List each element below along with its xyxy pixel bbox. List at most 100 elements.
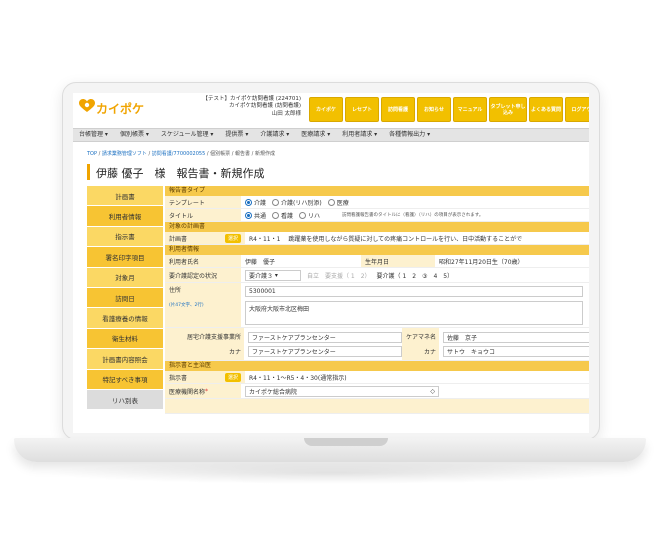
section-user-info: 利用者情報 — [165, 245, 589, 255]
hospital-select[interactable]: カイポケ総合病院 ◇ — [245, 385, 439, 397]
care-level-select[interactable]: 要介護３ ▾ — [245, 269, 301, 281]
care-scale-care: 要介護（ 1 2 ③ 4 5） — [376, 272, 454, 280]
name-value: 伊藤 優子 — [245, 258, 276, 266]
side-item-visit-days[interactable]: 訪問日 — [87, 287, 163, 309]
address-inputs: 5300001 大阪府大阪市北区梅田 — [241, 283, 589, 327]
nav-care-billing[interactable]: 介護請求 ▾ — [254, 129, 295, 141]
breadcrumb-billing[interactable]: 請求業務管理ソフト — [102, 151, 147, 157]
zip-input[interactable]: 5300001 — [245, 285, 583, 297]
main-nav: 台帳管理 ▾ 個別帳票 ▾ スケジュール管理 ▾ 提供票 ▾ 介護請求 ▾ 医療… — [73, 128, 589, 142]
nav-individual-forms[interactable]: 個別帳票 ▾ — [114, 129, 155, 141]
breadcrumb-office[interactable]: 訪問看護/7700002055 — [152, 151, 206, 157]
side-menu: 計画書 利用者情報 指示書 署名印字項目 対象月 訪問日 看護療養の情報 衛生材… — [87, 186, 163, 411]
side-item-instruction[interactable]: 指示書 — [87, 226, 163, 248]
instruction-row: 指示書 選択 R4・11・1〜R5・4・30(通常指示) — [165, 371, 589, 384]
plan-value: R4・11・1 跳躍薬を使用しながら質疑に対しての疼痛コントロールを行い、日中活… — [249, 235, 523, 243]
section-instruction-doctor: 指示書と主治医 — [165, 361, 589, 371]
side-item-signature[interactable]: 署名印字項目 — [87, 247, 163, 268]
side-item-supplies[interactable]: 衛生材料 — [87, 328, 163, 350]
care-manager-label: ケアマネ名 — [405, 334, 436, 341]
radio-nursing[interactable]: 看護 — [272, 211, 293, 220]
care-office-kana-input[interactable]: ファーストケアプランセンター — [248, 345, 402, 357]
notice-button[interactable]: お知らせ — [417, 97, 451, 122]
care-manager-label-cell: ケアマネ名 カナ — [402, 328, 439, 360]
plan-label: 計画書 — [169, 235, 188, 243]
address-row: 住所 (片47文字、2行) 5300001 大阪府大阪市北区梅田 — [165, 283, 589, 328]
radio-care-rehab[interactable]: 介護(リハ別添) — [272, 198, 322, 207]
care-office-input[interactable]: ファーストケアプランセンター — [248, 331, 402, 343]
nav-ledger[interactable]: 台帳管理 ▾ — [73, 129, 114, 141]
heart-logo-icon — [79, 99, 95, 112]
care-manager-input[interactable]: 佐藤 京子 — [443, 331, 589, 343]
template-label: テンプレート — [165, 196, 241, 208]
care-scale-support: 自立 要支援（ 1 2） — [307, 272, 371, 280]
laptop-screen: カイポケ 【テスト】カイポケ訪問看護 (224701) カイポケ訪問看護 (訪問… — [62, 82, 600, 440]
side-item-plan-inquiry[interactable]: 計画書内容照会 — [87, 349, 163, 370]
radio-rehab[interactable]: リハ — [299, 211, 320, 220]
side-item-rehab-table[interactable]: リハ別表 — [87, 389, 163, 411]
care-level-label: 要介護認定の状況 — [165, 268, 241, 282]
laptop-base — [14, 438, 646, 462]
radio-common[interactable]: 共通 — [245, 211, 266, 220]
receipt-button[interactable]: レセプト — [345, 97, 379, 122]
side-item-nursing-info[interactable]: 看護療養の情報 — [87, 308, 163, 329]
instruction-select-button[interactable]: 選択 — [224, 372, 241, 382]
nav-schedule[interactable]: スケジュール管理 ▾ — [155, 129, 220, 141]
nav-info-export[interactable]: 各種情報出力 ▾ — [383, 129, 436, 141]
cutoff-row — [165, 399, 589, 414]
dob-value: 昭和27年11月20日生（70歳） — [439, 258, 524, 266]
logout-button[interactable]: ログアウト — [565, 97, 589, 122]
template-options: 介護 介護(リハ別添) 医療 — [241, 196, 589, 208]
address-input[interactable]: 大阪府大阪市北区梅田 — [245, 300, 583, 325]
logo-text[interactable]: カイポケ — [96, 100, 144, 117]
radio-care[interactable]: 介護 — [245, 198, 266, 207]
care-office-kana-label: カナ — [228, 349, 241, 356]
care-manager-kana-input[interactable]: サトウ キョウコ — [443, 345, 589, 357]
care-manager-kana-label: カナ — [423, 349, 436, 356]
title-label: タイトル — [165, 209, 241, 221]
side-item-plan[interactable]: 計画書 — [87, 186, 163, 207]
instruction-label-cell: 指示書 選択 — [165, 371, 245, 383]
instruction-label: 指示書 — [169, 374, 188, 382]
breadcrumb-top[interactable]: TOP — [87, 151, 97, 157]
instruction-value: R4・11・1〜R5・4・30(通常指示) — [249, 374, 347, 382]
side-item-target-month[interactable]: 対象月 — [87, 267, 163, 288]
care-level-values: 要介護３ ▾ 自立 要支援（ 1 2） 要介護（ 1 2 ③ 4 5） — [241, 268, 589, 282]
care-office-inputs: ファーストケアプランセンター ファーストケアプランセンター — [244, 328, 402, 360]
name-label: 利用者氏名 — [165, 255, 241, 267]
hospital-label: 医療機関名称 — [169, 388, 206, 396]
tablet-apply-button[interactable]: タブレット申し込み — [489, 97, 527, 122]
care-office-label-cell: 居宅介護支援事業所 カナ — [165, 328, 244, 360]
address-hint: (片47文字、2行) — [169, 303, 204, 308]
page-title: 伊藤 優子 様 報告書・新規作成 — [96, 167, 265, 180]
care-manager-inputs: 佐藤 京子 サトウ キョウコ — [439, 328, 589, 360]
home-nursing-button[interactable]: 訪問看護 — [381, 97, 415, 122]
radio-icon — [272, 198, 280, 206]
side-item-special-notes[interactable]: 特記すべき事項 — [87, 369, 163, 390]
title-row: タイトル 共通 看護 リハ 訪問看護報告書のタイトルに（看護）（リハ）の項目が表… — [165, 209, 589, 222]
address-label-cell: 住所 (片47文字、2行) — [165, 283, 241, 327]
care-office-row: 居宅介護支援事業所 カナ ファーストケアプランセンター ファーストケアプランセン… — [165, 328, 589, 361]
faq-button[interactable]: よくある質問 — [529, 97, 563, 122]
manual-button[interactable]: マニュアル — [453, 97, 487, 122]
radio-selected-icon — [245, 211, 252, 219]
report-form: 報告書タイプ テンプレート 介護 介護(リハ別添) 医療 タイトル 共通 看護 … — [165, 186, 589, 414]
template-row: テンプレート 介護 介護(リハ別添) 医療 — [165, 196, 589, 209]
nav-user-billing[interactable]: 利用者請求 ▾ — [336, 129, 383, 141]
page-title-bar: 伊藤 優子 様 報告書・新規作成 — [87, 164, 582, 180]
care-level-row: 要介護認定の状況 要介護３ ▾ 自立 要支援（ 1 2） 要介護（ 1 2 ③ … — [165, 268, 589, 283]
kaipoke-button[interactable]: カイポケ — [309, 97, 343, 122]
hospital-value-cell: カイポケ総合病院 ◇ — [241, 384, 589, 398]
chevron-down-icon: ◇ — [430, 387, 435, 395]
account-info: 【テスト】カイポケ訪問看護 (224701) カイポケ訪問看護 (訪問看護) 山… — [181, 96, 301, 118]
nav-medical-billing[interactable]: 医療請求 ▾ — [295, 129, 336, 141]
side-item-user-info[interactable]: 利用者情報 — [87, 206, 163, 227]
nav-provision[interactable]: 提供票 ▾ — [219, 129, 254, 141]
breadcrumb-forms: 個別帳票 — [210, 151, 231, 157]
required-mark: * — [205, 387, 209, 395]
breadcrumb-report: 報告書 — [235, 151, 251, 157]
plan-select-button[interactable]: 選択 — [224, 233, 241, 243]
radio-medical[interactable]: 医療 — [327, 198, 349, 207]
address-label: 住所 — [169, 287, 182, 294]
hospital-label-cell: 医療機関名称 * — [165, 384, 241, 398]
